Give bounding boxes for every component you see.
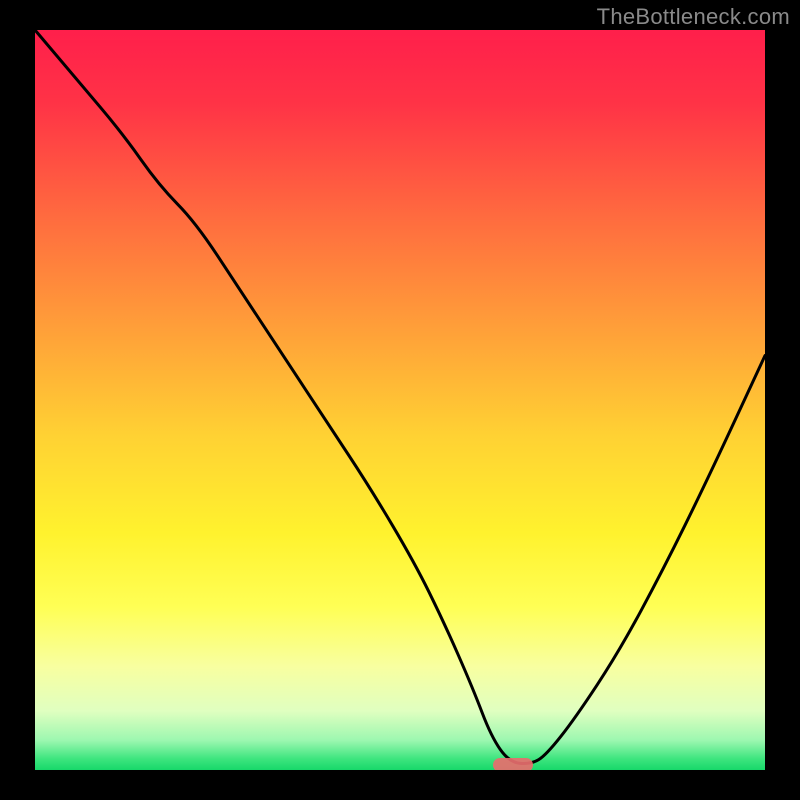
optimal-marker [493, 758, 533, 770]
watermark-text: TheBottleneck.com [597, 4, 790, 30]
plot-area [35, 30, 765, 770]
chart-frame: TheBottleneck.com [0, 0, 800, 800]
bottleneck-curve [35, 30, 765, 770]
